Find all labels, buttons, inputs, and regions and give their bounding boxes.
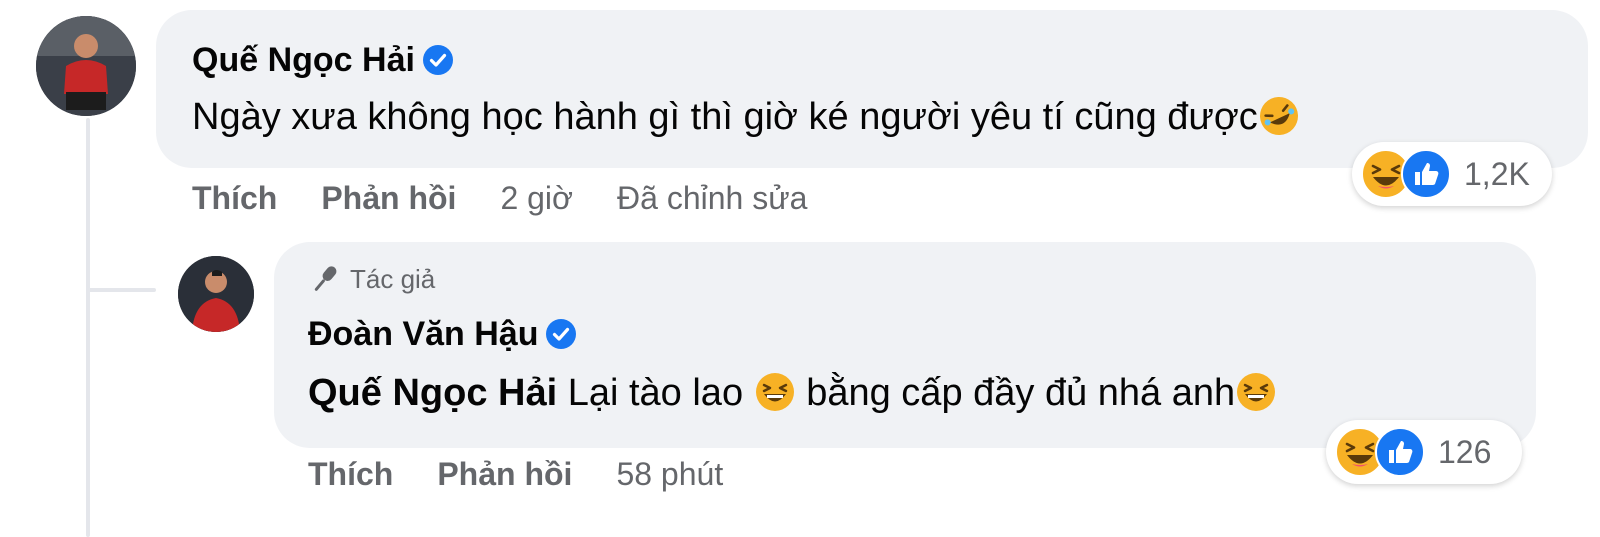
like-button[interactable]: Thích (308, 456, 393, 492)
comment-reactions[interactable]: 1,2K (1352, 142, 1552, 206)
reply-reactions[interactable]: 126 (1326, 420, 1522, 484)
reply-text-part2: bằng cấp đầy đủ nhá anh (806, 372, 1236, 414)
author-tag: Tác giả (308, 262, 435, 296)
reply-text: Quế Ngọc Hải Lại tào lao bằng cấp đầy đủ… (308, 370, 1277, 416)
like-icon (1401, 149, 1451, 199)
avatar-doan-van-hau[interactable] (178, 256, 254, 332)
timestamp[interactable]: 2 giờ (500, 180, 573, 216)
verified-badge-icon (546, 319, 577, 349)
avatar-que-ngoc-hai[interactable] (36, 16, 136, 116)
microphone-icon (314, 266, 337, 291)
reply-author[interactable]: Đoàn Văn Hậu (308, 314, 577, 354)
thread-line-vertical (86, 118, 90, 537)
like-button[interactable]: Thích (192, 180, 277, 216)
comment-text-content: Ngày xưa không học hành gì thì giờ ké ng… (192, 96, 1258, 138)
reply-text-part1: Lại tào lao (567, 372, 744, 414)
comment-text: Ngày xưa không học hành gì thì giờ ké ng… (192, 94, 1300, 140)
laughing-emoji-icon (755, 373, 794, 411)
reply-actions: Thích Phản hồi 58 phút (308, 456, 767, 493)
timestamp[interactable]: 58 phút (616, 456, 723, 492)
verified-badge-icon (422, 45, 453, 75)
author-tag-label: Tác giả (350, 264, 436, 294)
like-icon (1375, 427, 1425, 477)
reaction-count: 126 (1438, 433, 1492, 470)
comment-author-name[interactable]: Quế Ngọc Hải (192, 41, 415, 79)
reaction-count: 1,2K (1464, 155, 1530, 192)
rofl-emoji-icon (1259, 97, 1298, 135)
comment-actions: Thích Phản hồi 2 giờ Đã chỉnh sửa (192, 180, 851, 217)
reply-button[interactable]: Phản hồi (437, 456, 572, 492)
laughing-emoji-icon (1237, 373, 1276, 411)
mention-link[interactable]: Quế Ngọc Hải (308, 372, 557, 414)
edited-label[interactable]: Đã chỉnh sửa (617, 180, 807, 216)
thread-line-horizontal (86, 288, 156, 292)
reply-author-name[interactable]: Đoàn Văn Hậu (308, 315, 538, 353)
comment-author[interactable]: Quế Ngọc Hải (192, 40, 453, 80)
reply-button[interactable]: Phản hồi (321, 180, 456, 216)
